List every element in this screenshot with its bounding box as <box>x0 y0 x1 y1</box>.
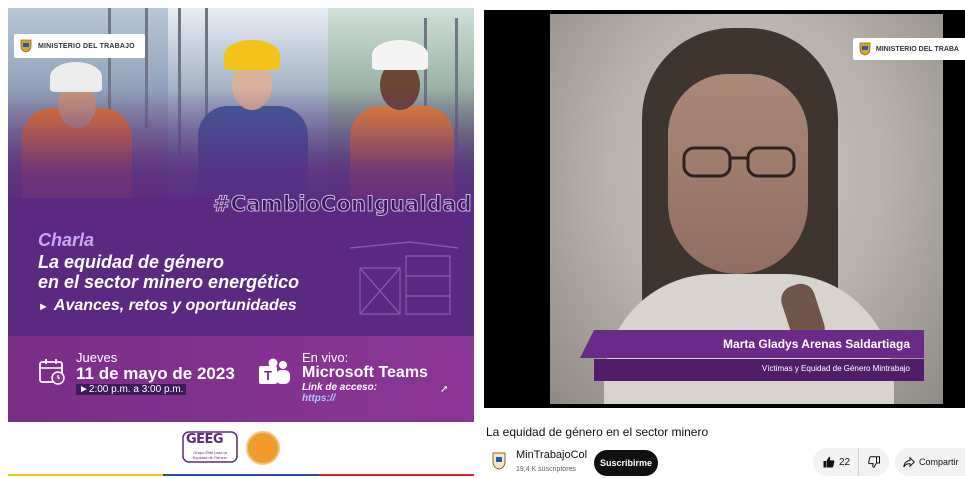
event-time: ►2:00 p.m. a 3:00 p.m. <box>76 384 187 395</box>
share-icon <box>903 456 915 467</box>
player-ministry-label: MINISTERIO DEL TRABA <box>875 45 959 53</box>
poster-title-line1: La equidad de género <box>38 252 225 272</box>
poster-title-line2: en el sector minero energético <box>38 272 300 292</box>
thumbs-down-icon <box>868 456 881 468</box>
player-ministry-badge: MINISTERIO DEL TRABA <box>852 38 965 60</box>
geeg-logo-subtext: Grupo Élite para la Equidad de Género <box>192 450 228 460</box>
subscribe-button[interactable]: Suscribirme <box>594 450 658 476</box>
teams-icon: T <box>259 358 290 384</box>
play-triangle-icon: ► <box>38 301 49 313</box>
platform-name: Microsoft Teams <box>302 364 428 381</box>
like-dislike-group: 22 <box>813 448 889 476</box>
industrial-sketch <box>350 241 459 315</box>
dislike-button[interactable] <box>859 448 889 476</box>
video-player[interactable]: MINISTERIO DEL TRABA Marta Gladys Arenas… <box>484 10 965 408</box>
speaker-glasses <box>682 146 796 178</box>
speaker-lower-third: Marta Gladys Arenas Saldartiaga Víctimas… <box>580 330 924 382</box>
poster-subtitle: ► Avances, retos y oportunidades <box>38 297 297 314</box>
like-count: 22 <box>839 456 851 468</box>
video-title: La equidad de género en el sector minero <box>486 425 709 439</box>
crest-icon <box>859 42 871 56</box>
hashtag: #CambioConIgualdad <box>212 192 472 217</box>
orange-seal-logo <box>246 431 280 465</box>
poster-charla: Charla <box>38 230 95 250</box>
poster-footer <box>8 422 474 476</box>
ministry-label: MINISTERIO DEL TRABAJO <box>38 42 135 50</box>
live-label: En vivo: <box>302 350 349 365</box>
subscriber-count: 19,4 K suscriptores <box>516 466 576 473</box>
svg-text:T: T <box>264 368 272 383</box>
speaker-role: Víctimas y Equidad de Género Mintrabajo <box>594 359 924 381</box>
calendar-icon <box>39 359 65 385</box>
share-label: Compartir <box>919 457 959 467</box>
flag-color-bar <box>8 474 474 476</box>
event-day: Jueves <box>76 350 118 365</box>
like-button[interactable]: 22 <box>813 448 860 476</box>
link-url[interactable]: https:// <box>302 393 335 404</box>
crest-icon <box>20 39 32 53</box>
pointer-icon: ➚ <box>440 384 449 395</box>
speaker-name: Marta Gladys Arenas Saldartiaga <box>580 330 924 358</box>
ministry-badge: MINISTERIO DEL TRABAJO <box>14 34 145 58</box>
link-label: Link de acceso: <box>302 382 378 393</box>
thumbs-up-icon <box>823 456 835 468</box>
event-date: 11 de mayo de 2023 <box>76 364 235 383</box>
geeg-logo-text: GEEG <box>186 432 224 447</box>
channel-name[interactable]: MinTrabajoCol <box>516 449 587 461</box>
share-button[interactable]: Compartir <box>895 448 965 476</box>
channel-avatar[interactable] <box>492 452 506 470</box>
